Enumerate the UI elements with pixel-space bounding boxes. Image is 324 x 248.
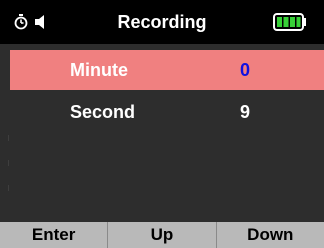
- enter-button[interactable]: Enter: [0, 222, 109, 248]
- row-value: 0: [240, 60, 251, 80]
- device-screen: Recording Minute 0 Second 9 Enter Up Dow…: [0, 0, 324, 248]
- row-label: Second: [70, 102, 136, 122]
- edge-tick: [8, 160, 9, 166]
- row-value: 9: [240, 102, 251, 122]
- edge-tick: [8, 135, 9, 141]
- battery-icon: [273, 13, 306, 31]
- header-bar: Recording: [0, 0, 324, 44]
- row-label: Minute: [70, 60, 128, 80]
- up-button[interactable]: Up: [108, 222, 217, 248]
- down-button[interactable]: Down: [216, 222, 324, 248]
- softkey-bar: Enter Up Down: [0, 222, 324, 248]
- edge-tick: [8, 185, 9, 191]
- row-second[interactable]: Second 9: [10, 92, 324, 132]
- row-minute[interactable]: Minute 0: [10, 50, 324, 90]
